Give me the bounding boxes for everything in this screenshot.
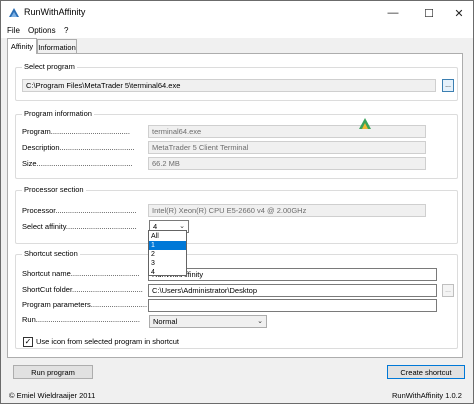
shortcut-section-group: Shortcut section Shortcut name..........…	[15, 249, 458, 349]
title-bar: RunWithAffinity — ☐ ✕	[1, 1, 473, 25]
tab-information[interactable]: Information	[37, 39, 77, 54]
app-logo-icon	[9, 8, 19, 17]
run-label: Run.....................................…	[22, 315, 140, 324]
description-label: Description.............................…	[22, 143, 135, 152]
menu-bar: File Options ?	[1, 25, 473, 38]
affinity-option-1[interactable]: 1	[149, 241, 186, 250]
create-shortcut-button[interactable]: Create shortcut	[387, 365, 465, 379]
close-button[interactable]: ✕	[443, 1, 474, 25]
size-label: Size....................................…	[22, 159, 133, 168]
run-mode-value: Normal	[153, 317, 178, 326]
shortcut-name-input[interactable]: RunWithAffinity	[148, 268, 437, 281]
description-field: MetaTrader 5 Client Terminal	[148, 141, 426, 154]
browse-folder-button[interactable]: ...	[442, 284, 454, 297]
affinity-option-all[interactable]: All	[149, 232, 186, 241]
tab-affinity[interactable]: Affinity	[7, 38, 37, 54]
processor-section-group: Processor section Processor.............…	[15, 185, 458, 244]
group-title: Shortcut section	[22, 249, 80, 258]
group-title: Processor section	[22, 185, 86, 194]
program-logo-icon	[359, 118, 371, 129]
browse-program-button[interactable]: ...	[442, 79, 454, 92]
chevron-down-icon: ⌄	[179, 223, 185, 230]
use-icon-checkbox[interactable]: ✓	[23, 337, 33, 347]
affinity-label: Select affinity.........................…	[22, 222, 137, 231]
program-parameters-label: Program parameters......................…	[22, 300, 148, 309]
program-name-field: terminal64.exe	[148, 125, 426, 138]
menu-help[interactable]: ?	[64, 26, 68, 35]
shortcut-folder-input[interactable]: C:\Users\Administrator\Desktop	[148, 284, 437, 297]
shortcut-folder-label: ShortCut folder.........................…	[22, 285, 143, 294]
group-title: Select program	[22, 62, 77, 71]
shortcut-name-label: Shortcut name...........................…	[22, 269, 140, 278]
copyright-text: © Emiel Wieldraaijer 2011	[9, 391, 96, 400]
program-label: Program.................................…	[22, 127, 130, 136]
version-text: RunWithAffinity 1.0.2	[392, 391, 462, 400]
minimize-button[interactable]: —	[377, 1, 409, 25]
menu-options[interactable]: Options	[28, 26, 56, 35]
chevron-down-icon: ⌄	[257, 318, 263, 325]
processor-field: Intel(R) Xeon(R) CPU E5-2660 v4 @ 2.00GH…	[148, 204, 426, 217]
size-field: 66.2 MB	[148, 157, 426, 170]
group-title: Program information	[22, 109, 94, 118]
affinity-option-4[interactable]: 4	[149, 268, 186, 277]
app-window: RunWithAffinity — ☐ ✕ File Options ? Aff…	[0, 0, 474, 404]
affinity-tab-panel: Select program C:\Program Files\MetaTrad…	[7, 53, 463, 358]
program-parameters-input[interactable]	[148, 299, 437, 312]
maximize-button[interactable]: ☐	[413, 1, 445, 25]
affinity-option-3[interactable]: 3	[149, 259, 186, 268]
select-program-group: Select program C:\Program Files\MetaTrad…	[15, 62, 458, 101]
window-title: RunWithAffinity	[24, 7, 86, 17]
run-program-button[interactable]: Run program	[13, 365, 93, 379]
use-icon-label: Use icon from selected program in shortc…	[36, 337, 179, 346]
menu-file[interactable]: File	[7, 26, 20, 35]
affinity-dropdown-list: All 1 2 3 4	[148, 230, 187, 276]
program-path-field[interactable]: C:\Program Files\MetaTrader 5\terminal64…	[22, 79, 436, 92]
affinity-option-2[interactable]: 2	[149, 250, 186, 259]
run-mode-select[interactable]: Normal ⌄	[149, 315, 267, 328]
processor-label: Processor...............................…	[22, 206, 137, 215]
program-information-group: Program information Program.............…	[15, 109, 458, 179]
